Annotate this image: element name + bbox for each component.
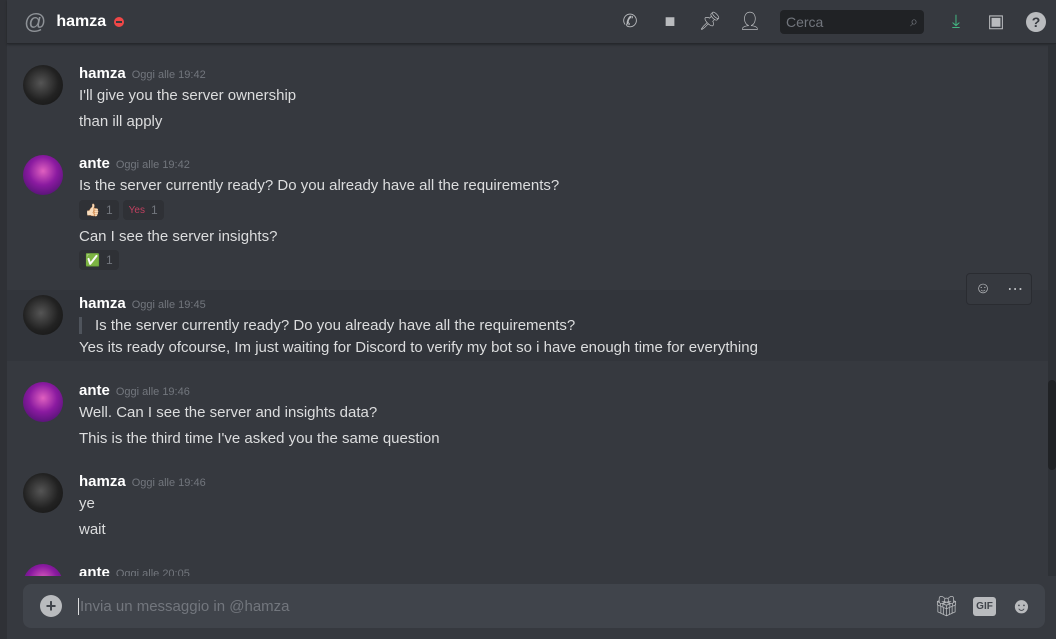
download-icon[interactable]: ⤓ [936, 11, 976, 32]
pin-icon[interactable]: 📌︎ [690, 11, 730, 32]
scrollbar-thumb[interactable] [1048, 380, 1056, 470]
message-text: than ill apply [79, 113, 163, 130]
timestamp: Oggi alle 19:42 [115, 159, 190, 171]
message-text: I'll give you the server ownership [79, 87, 297, 104]
dnd-status-icon [114, 16, 125, 27]
phone-call-icon[interactable]: ✆ [610, 11, 650, 32]
at-icon: @ [24, 8, 47, 34]
timestamp: Oggi alle 19:42 [131, 69, 206, 81]
more-icon[interactable]: ⋯ [1007, 279, 1023, 299]
reaction-thumbs-up[interactable]: 👍🏻 1 [79, 200, 119, 220]
avatar[interactable] [23, 65, 63, 105]
gift-icon[interactable]: 🎁︎ [934, 594, 959, 619]
emoji-icon[interactable]: ☻ [1010, 593, 1033, 619]
author[interactable]: ante Oggi alle 19:46 [79, 382, 190, 399]
author[interactable]: hamza Oggi alle 19:42 [79, 65, 206, 82]
help-icon[interactable]: ? [1016, 11, 1056, 32]
avatar[interactable] [23, 473, 63, 513]
inbox-icon[interactable]: ▣ [976, 11, 1016, 32]
message-input[interactable] [78, 597, 678, 615]
left-panel-edge [0, 0, 7, 639]
reaction-yes[interactable]: Yes 1 [122, 200, 164, 220]
message-text: This is the third time I've asked you th… [79, 430, 440, 447]
message-text: wait [79, 521, 106, 538]
author[interactable]: hamza Oggi alle 19:46 [79, 473, 206, 490]
avatar[interactable] [23, 382, 63, 422]
message-list: ☺ ⋯ hamza Oggi alle 19:42 I'll give you th… [7, 45, 1048, 639]
message-text: Is the server currently ready? Do you al… [79, 177, 560, 194]
message-actions: ☺ ⋯ [966, 273, 1032, 305]
timestamp: Oggi alle 19:46 [131, 477, 206, 489]
channel-title: hamza [56, 12, 107, 30]
timestamp: Oggi alle 19:45 [131, 299, 206, 311]
search-input[interactable]: Cerca ⌕ [780, 9, 924, 34]
message-text: Well. Can I see the server and insights … [79, 404, 378, 421]
message-composer: + 🎁︎ GIF ☻ [23, 584, 1045, 628]
message-text: Can I see the server insights? [79, 228, 278, 245]
add-friend-icon[interactable]: 👤︎ [730, 11, 770, 32]
quoted-text: Is the server currently ready? Do you al… [79, 317, 575, 334]
gif-button[interactable]: GIF [973, 596, 996, 616]
reaction-check[interactable]: ✅ 1 [79, 250, 119, 270]
message-text: Yes its ready ofcourse, Im just waiting … [79, 339, 758, 356]
video-icon[interactable]: ■ [650, 11, 690, 32]
avatar[interactable] [23, 155, 63, 195]
avatar[interactable] [23, 295, 63, 335]
scrollbar[interactable] [1048, 45, 1056, 639]
author[interactable]: hamza Oggi alle 19:45 [79, 295, 206, 312]
upload-plus-icon[interactable]: + [40, 595, 62, 617]
search-icon: ⌕ [910, 13, 918, 29]
message-text: ye [79, 495, 95, 512]
author[interactable]: ante Oggi alle 19:42 [79, 155, 190, 172]
channel-header: @ hamza ✆ ■ 📌︎ 👤︎ Cerca ⌕ ⤓ ▣ ? [7, 0, 1056, 44]
timestamp: Oggi alle 19:46 [115, 386, 190, 398]
add-reaction-icon[interactable]: ☺ [975, 280, 991, 298]
